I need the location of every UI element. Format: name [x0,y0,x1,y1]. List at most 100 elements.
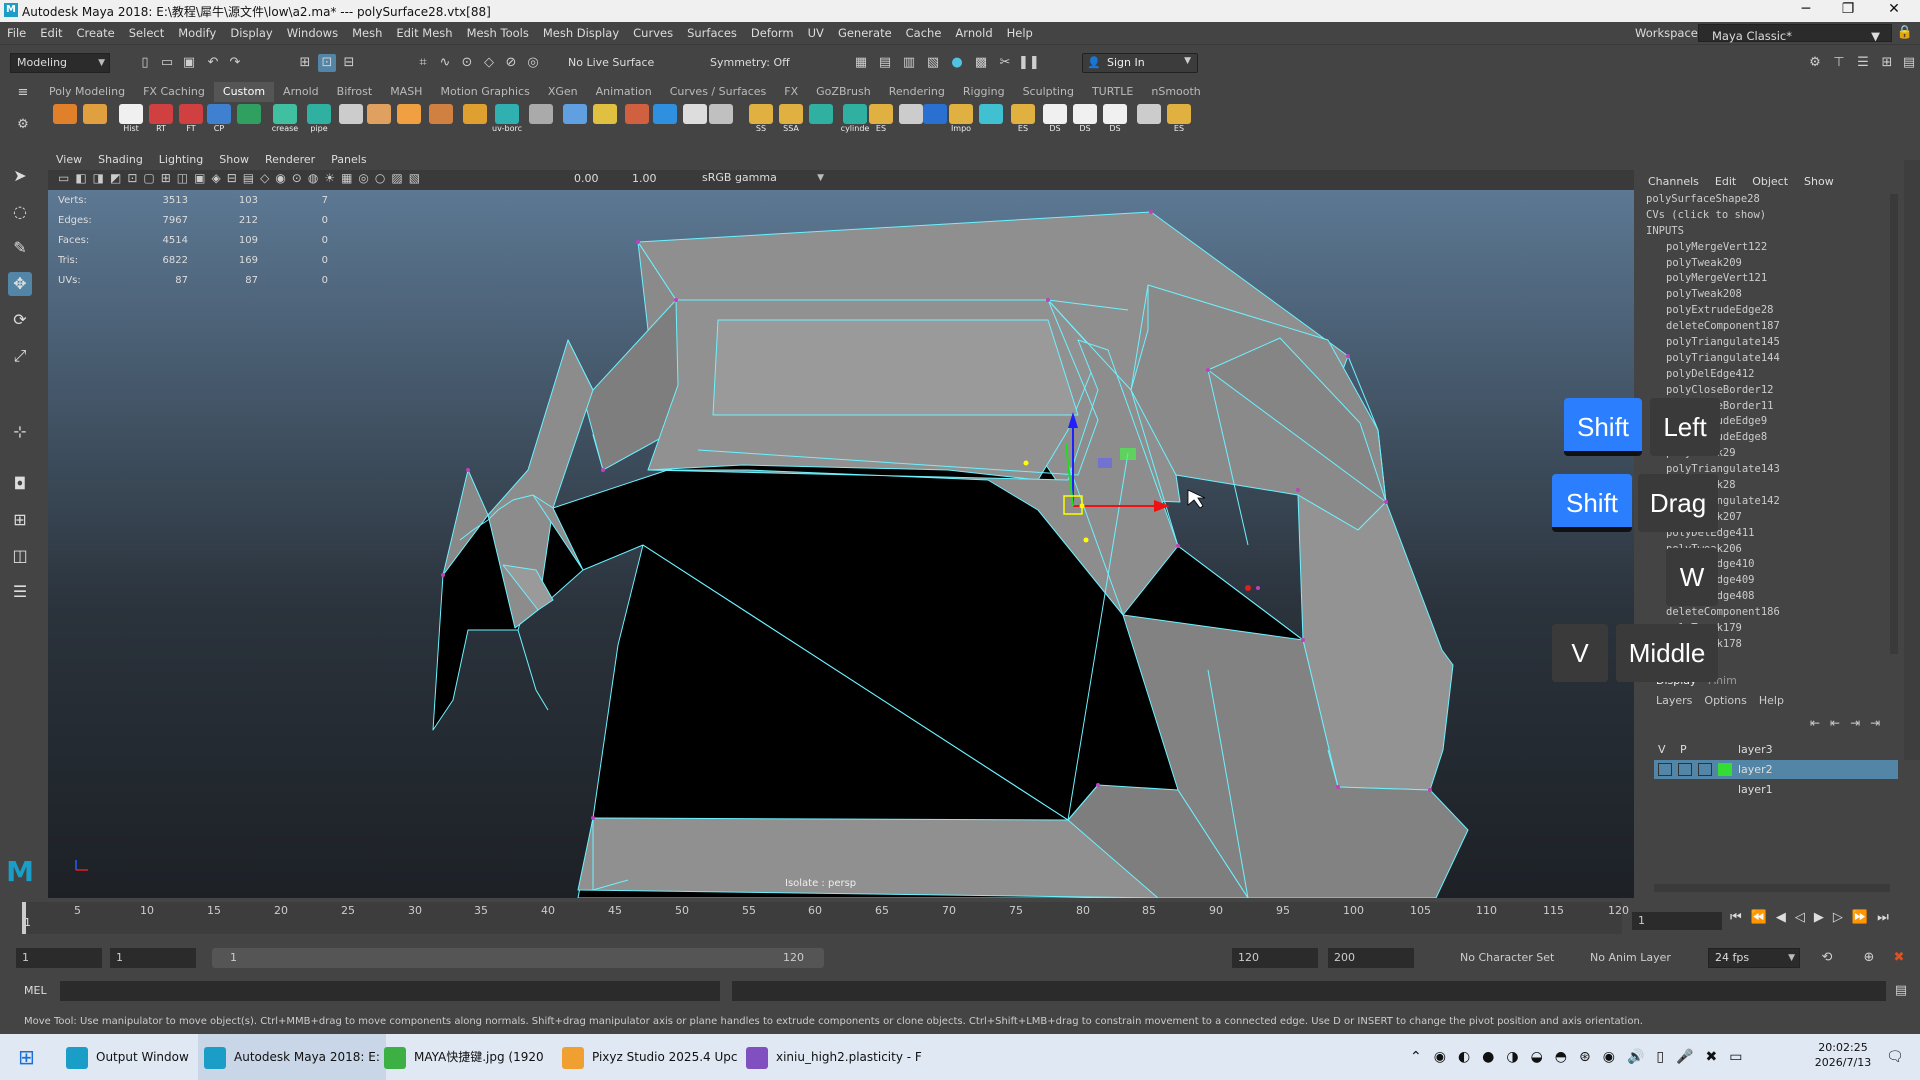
time-slider-track[interactable]: 1 5 10 15 20 25 30 35 40 45 50 55 60 65 … [22,902,1629,934]
lock-icon[interactable]: 🔒 [1896,24,1914,42]
viewport-3d[interactable]: Isolate : persp [48,190,1634,898]
shelf-tab[interactable]: TURTLE [1083,82,1142,102]
paint-select-icon[interactable]: ✎ [8,236,32,260]
channel-box-icon[interactable]: ⊞ [1878,54,1896,72]
menu-mesh-display[interactable]: Mesh Display [536,22,626,44]
end-time-field[interactable]: 200 [1328,948,1414,968]
menu-deform[interactable]: Deform [744,22,801,44]
start-time-field[interactable]: 1 [16,948,102,968]
snap-curve-icon[interactable]: ∿ [436,54,454,72]
viewport-menu-show[interactable]: Show [211,150,257,170]
render-sequence-icon[interactable]: ▩ [972,54,990,72]
cb-menu-edit[interactable]: Edit [1707,175,1744,188]
shelf-button[interactable]: ES [1164,104,1194,136]
viewport-menu-lighting[interactable]: Lighting [151,150,211,170]
clock[interactable]: 20:02:25 2026/7/13 [1808,1040,1878,1070]
move-tool-icon[interactable]: ✥ [8,272,32,296]
new-scene-icon[interactable]: ▯ [136,54,154,72]
taskbar-item[interactable]: Pixyz Studio 2025.4 Upc [562,1034,737,1080]
shelf-tab[interactable]: Arnold [274,82,328,102]
layer-scrollbar[interactable] [1654,884,1890,892]
list-item[interactable]: polyDelEdge412 [1646,367,1896,383]
command-input[interactable] [60,981,720,1001]
shelf-tab[interactable]: Bifrost [328,82,382,102]
menu-curves[interactable]: Curves [626,22,680,44]
modeling-toolkit-icon[interactable]: ⚙ [1806,54,1824,72]
viewport-menu-renderer[interactable]: Renderer [257,150,323,170]
taskbar-item[interactable]: xiniu_high2.plasticity - F [746,1034,922,1080]
menu-modify[interactable]: Modify [171,22,223,44]
cb-menu-object[interactable]: Object [1744,175,1796,188]
taskbar-item[interactable]: MAYA快捷键.jpg (1920 [384,1034,544,1080]
shelf-button[interactable]: Hist [116,104,146,136]
shelf-button[interactable] [50,104,80,136]
shelf-button[interactable]: uv-borc [492,104,522,136]
viewport-menu-panels[interactable]: Panels [323,150,374,170]
shelf-button[interactable]: crease [270,104,300,136]
taskbar-item[interactable]: Output Window [66,1034,189,1080]
list-item[interactable]: CVs (click to show) [1646,208,1896,224]
character-set-dropdown[interactable]: No Character Set [1460,951,1554,964]
redo-icon[interactable]: ↷ [226,54,244,72]
attribute-editor-icon[interactable]: ⊤ [1830,54,1848,72]
system-tray-icons[interactable]: ⌃◉◐●◑◒◓⊛◉🔊▯🎤✖▭ [1410,1034,1755,1080]
render-settings-icon[interactable]: ▥ [900,54,918,72]
layer-action-icons[interactable]: ⇤⇤⇥⇥ [1810,716,1890,730]
range-slider-bar[interactable]: 1 120 [212,948,824,968]
layer-menu-help[interactable]: Help [1753,694,1790,707]
menu-display[interactable]: Display [223,22,279,44]
taskbar-item-active[interactable]: Autodesk Maya 2018: E: [198,1034,386,1080]
undo-icon[interactable]: ↶ [204,54,222,72]
viewport-tool-icons[interactable]: ▭◧◨◩⊡▢⊞◫▣◈⊟▤◇◉⊙◍☀▦◎○▨▧ [58,171,426,185]
shelf-button[interactable] [526,104,556,136]
script-language-label[interactable]: MEL [24,984,47,997]
close-button[interactable]: ✕ [1874,1,1914,17]
shelf-tab[interactable]: Rigging [954,82,1014,102]
menu-generate[interactable]: Generate [831,22,899,44]
shelf-tab[interactable]: MASH [381,82,431,102]
playback-end-field[interactable]: 120 [1232,948,1318,968]
select-tool-icon[interactable]: ➤ [8,164,32,188]
menu-edit[interactable]: Edit [33,22,69,44]
snap-point-icon[interactable]: ⊙ [458,54,476,72]
auto-key-icon[interactable]: ⊕ [1860,949,1878,967]
gamma-field[interactable]: 1.00 [632,172,657,185]
shelf-button[interactable] [336,104,366,136]
shelf-tab[interactable]: Sculpting [1014,82,1083,102]
menu-windows[interactable]: Windows [280,22,345,44]
shelf-button[interactable] [80,104,110,136]
shelf-button[interactable]: FT [176,104,206,136]
shelf-tab[interactable]: XGen [539,82,587,102]
mode-dropdown[interactable]: Modeling ▼ [10,53,110,73]
snap-surface-icon[interactable]: ⊘ [502,54,520,72]
menu-file[interactable]: File [0,22,33,44]
shelf-button[interactable] [364,104,394,136]
shelf-button[interactable]: DS [1070,104,1100,136]
shelf-button[interactable] [590,104,620,136]
shelf-button[interactable] [650,104,680,136]
select-hierarchy-icon[interactable]: ⊞ [296,54,314,72]
shelf-button[interactable] [806,104,836,136]
list-item[interactable]: polyExtrudeEdge28 [1646,303,1896,319]
anim-layer-dropdown[interactable]: No Anim Layer [1590,951,1671,964]
shelf-button[interactable]: DS [1040,104,1070,136]
menu-uv[interactable]: UV [801,22,831,44]
shelf-button[interactable] [234,104,264,136]
snap-pivot-icon[interactable]: ◎ [524,54,542,72]
time-slider[interactable]: 1 5 10 15 20 25 30 35 40 45 50 55 60 65 … [0,900,1920,940]
layer-menu-options[interactable]: Options [1698,694,1752,707]
shelf-tab-active[interactable]: Custom [213,82,275,102]
hypershade-icon[interactable]: ▧ [924,54,942,72]
menu-edit-mesh[interactable]: Edit Mesh [389,22,459,44]
mesh-wireframe[interactable] [48,190,1634,898]
layer-menu-layers[interactable]: Layers [1650,694,1698,707]
layer-row-selected[interactable]: layer2 [1654,760,1898,779]
loop-icon[interactable]: ⟲ [1818,949,1836,967]
viewport-menu-shading[interactable]: Shading [90,150,151,170]
shelf-button[interactable] [622,104,652,136]
menu-mesh[interactable]: Mesh [345,22,389,44]
shelf-button[interactable]: ES [1008,104,1038,136]
scale-tool-icon[interactable]: ⤢ [8,344,32,368]
list-item[interactable]: deleteComponent187 [1646,319,1896,335]
shelf-button[interactable]: ES [866,104,896,136]
